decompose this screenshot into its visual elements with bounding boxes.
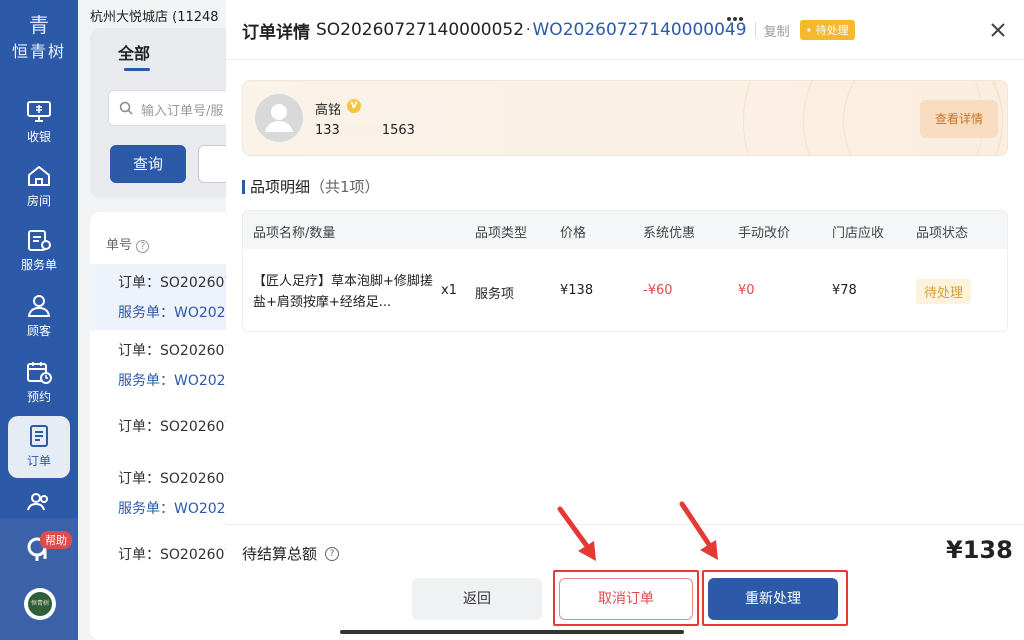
items-section-title: 品项明细（共1项） <box>250 178 380 196</box>
sidebar-item-label: 订单 <box>26 454 51 468</box>
tab-all[interactable]: 全部 <box>118 40 150 64</box>
cashier-icon <box>27 101 51 122</box>
drawer-title: 订单详情 <box>242 22 310 43</box>
customer-name: 高铭 <box>315 103 342 118</box>
sidebar-item-label: 房间 <box>26 194 51 208</box>
logo-mark: 青 <box>29 13 49 37</box>
app-screen: { "nav": { "logo_mark": "青", "logo_name"… <box>0 0 1024 640</box>
sidebar-item-label: 顾客 <box>26 324 51 338</box>
item-status-badge: 待处理 <box>916 279 972 304</box>
view-detail-button[interactable]: 查看详情 <box>920 100 998 138</box>
col-status: 品项状态 <box>916 226 969 241</box>
separator-dot: · <box>526 22 531 38</box>
logo-name: 恒青树 <box>11 42 66 61</box>
app-logo: 青 恒青树 <box>0 14 78 62</box>
sidebar-nav: 青 恒青树 收银 房间 服务单 顾客 预约 订单 帮助 恒青树 <box>0 0 78 640</box>
customer-phone: 133 1563 <box>315 123 415 138</box>
col-order-no: 单号 ? <box>106 234 150 253</box>
item-store-receivable: ¥78 <box>832 283 857 298</box>
order-number: SO20260727140000052 <box>316 20 525 40</box>
search-placeholder: 输入订单号/服 <box>141 104 224 119</box>
col-system-discount: 系统优惠 <box>643 226 696 241</box>
customer-avatar <box>255 94 303 142</box>
total-amount: ¥138 <box>946 536 1013 564</box>
sidebar-item-customers[interactable]: 顾客 <box>8 286 70 348</box>
item-price: ¥138 <box>560 283 594 298</box>
total-label: 待结算总额? <box>242 543 340 564</box>
sidebar-item-service-orders[interactable]: 服务单 <box>8 220 70 282</box>
divider <box>226 59 1024 60</box>
item-manual-change: ¥0 <box>738 283 755 298</box>
items-table: 品项名称/数量 品项类型 价格 系统优惠 手动改价 门店应收 品项状态 【匠人足… <box>242 210 1008 332</box>
help-badge: 帮助 <box>40 531 72 549</box>
user-icon <box>265 104 293 132</box>
order-icon <box>30 425 48 447</box>
user-icon <box>27 295 51 317</box>
sidebar-item-cashier[interactable]: 收银 <box>8 92 70 154</box>
divider <box>754 22 756 38</box>
order-detail-drawer: 订单详情 SO20260727140000052 · WO20260727140… <box>226 0 1024 640</box>
drawer-header: 订单详情 SO20260727140000052 · WO20260727140… <box>242 18 855 43</box>
sidebar-item-appointments[interactable]: 预约 <box>8 352 70 414</box>
group-icon <box>27 493 48 511</box>
query-button[interactable]: 查询 <box>110 145 186 183</box>
store-avatar[interactable]: 恒青树 <box>24 588 56 620</box>
table-header: 品项名称/数量 品项类型 价格 系统优惠 手动改价 门店应收 品项状态 <box>243 211 1007 249</box>
search-icon <box>119 101 133 115</box>
highlight-box <box>702 570 848 626</box>
status-badge: • 待处理 <box>799 20 855 40</box>
service-order-icon <box>28 230 51 251</box>
annotation-arrow-icon <box>557 506 596 561</box>
help-icon[interactable]: ? <box>325 546 340 561</box>
customer-card: 高铭 V 133 1563 查看详情 <box>242 80 1008 156</box>
calendar-icon <box>27 362 52 384</box>
home-indicator[interactable] <box>340 630 684 634</box>
col-name: 品项名称/数量 <box>253 226 336 241</box>
item-system-discount: -¥60 <box>643 283 673 298</box>
sidebar-item-label: 收银 <box>26 130 51 144</box>
home-icon <box>28 166 50 186</box>
store-name: 杭州大悦城店 (11248 <box>90 10 219 25</box>
col-price: 价格 <box>560 226 587 241</box>
avatar-text: 恒青树 <box>28 592 52 616</box>
highlight-box <box>553 570 699 626</box>
sidebar-item-label: 预约 <box>26 390 51 404</box>
sidebar-item-team[interactable] <box>8 482 70 518</box>
tab-underline <box>124 68 150 71</box>
copy-button[interactable]: 复制 <box>764 21 790 40</box>
annotation-arrow-icon <box>679 501 718 560</box>
close-icon[interactable] <box>988 20 1008 40</box>
item-name: 【匠人足疗】草本泡脚+修脚搓盐+肩颈按摩+经络足... <box>253 274 433 310</box>
col-store-receivable: 门店应收 <box>832 226 885 241</box>
sidebar-item-orders[interactable]: 订单 <box>8 416 70 478</box>
item-type: 服务项 <box>475 287 515 302</box>
col-manual-change: 手动改价 <box>738 226 791 241</box>
vip-icon: V <box>347 99 361 113</box>
col-type: 品项类型 <box>475 226 528 241</box>
divider <box>226 524 1024 525</box>
back-button[interactable]: 返回 <box>412 578 542 620</box>
service-order-number[interactable]: WO20260727140000049 <box>533 20 747 40</box>
sidebar-item-label: 服务单 <box>20 258 57 272</box>
sidebar-item-rooms[interactable]: 房间 <box>8 156 70 218</box>
item-qty: x1 <box>441 283 457 298</box>
section-accent <box>242 180 245 194</box>
